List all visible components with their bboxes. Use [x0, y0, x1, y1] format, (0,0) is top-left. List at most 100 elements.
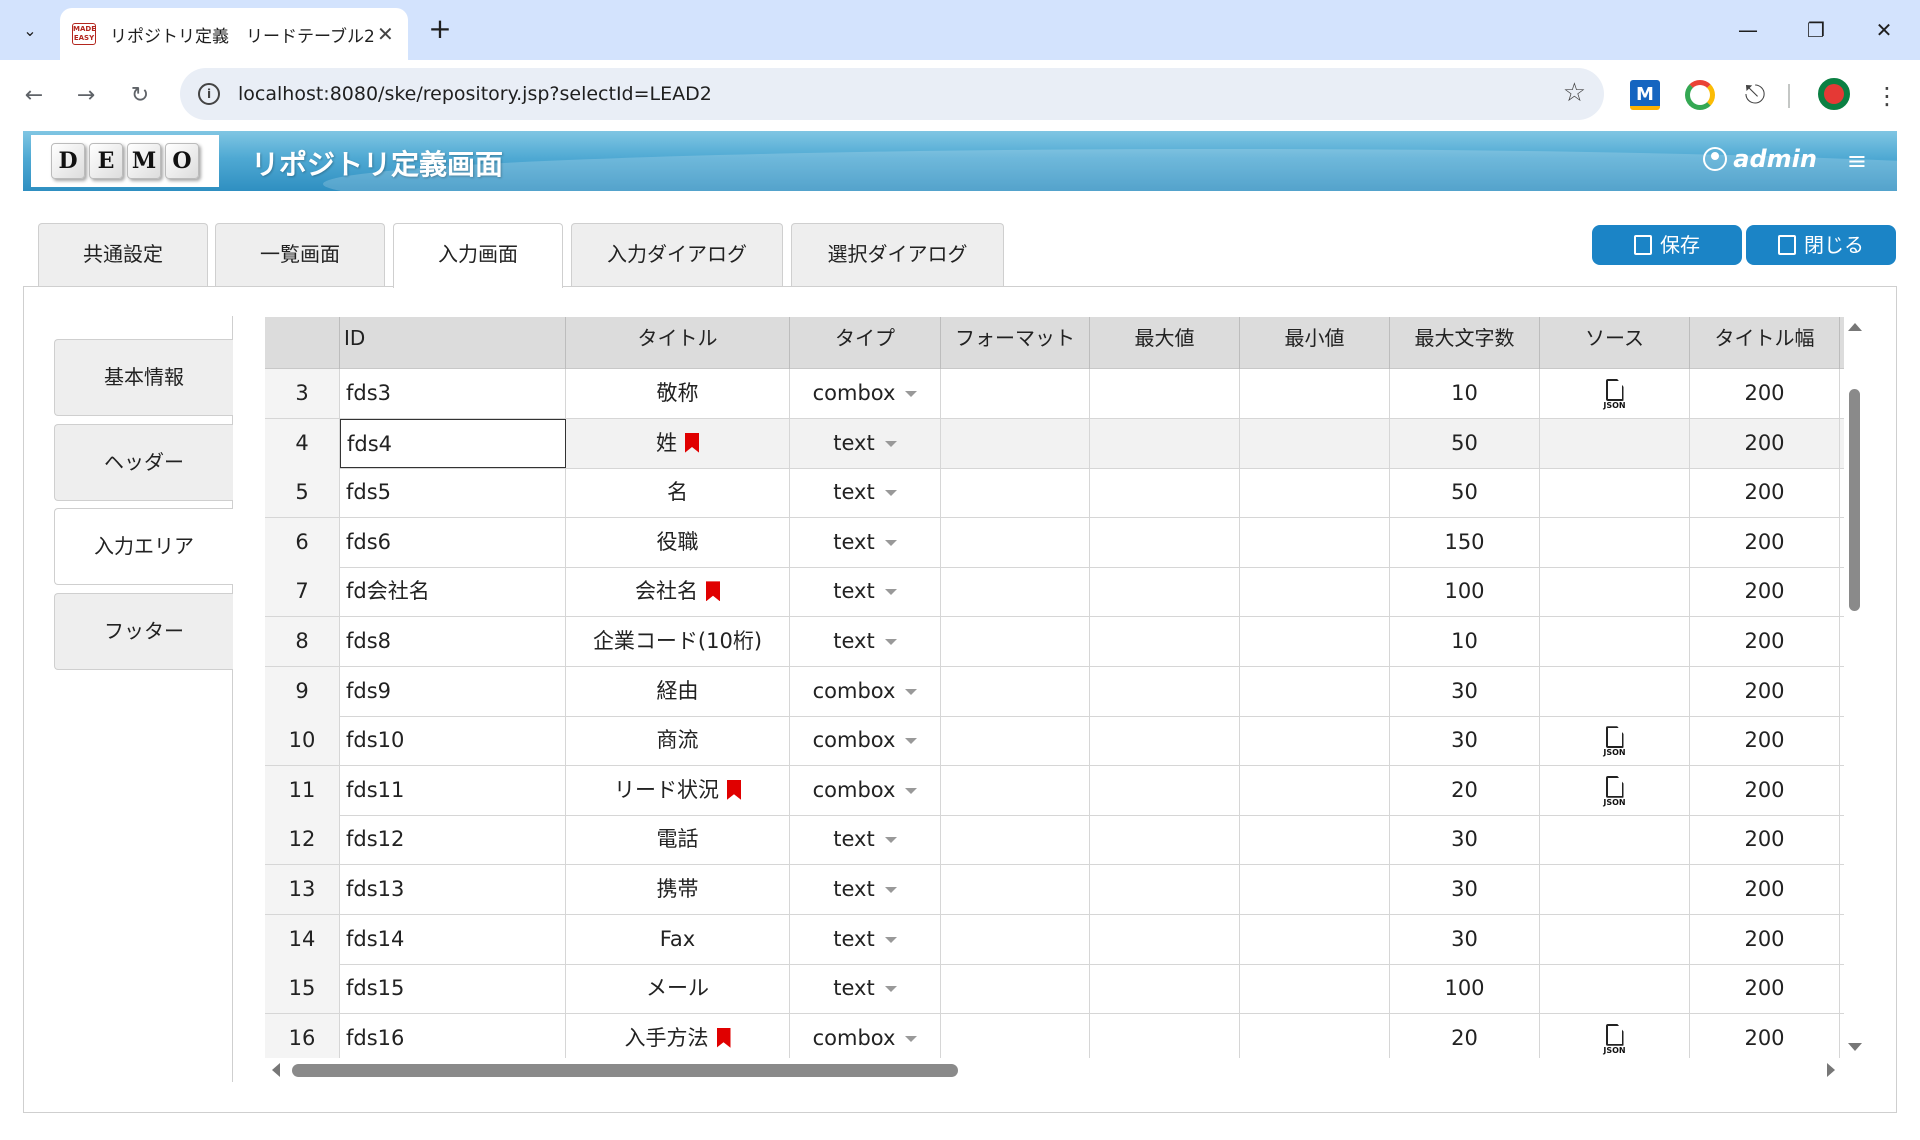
cell-max[interactable]: [1090, 914, 1240, 964]
cell-min[interactable]: [1240, 865, 1390, 914]
cell-type[interactable]: text: [790, 567, 941, 617]
chevron-down-icon[interactable]: [884, 539, 897, 546]
cell-title-width[interactable]: 200: [1690, 815, 1840, 865]
cell-format[interactable]: [941, 865, 1090, 914]
cell-max[interactable]: [1090, 369, 1240, 418]
chevron-down-icon[interactable]: [905, 1035, 918, 1042]
cell-min[interactable]: [1240, 418, 1390, 468]
chevron-down-icon[interactable]: [905, 688, 918, 695]
vertical-scrollbar[interactable]: [1845, 317, 1865, 1057]
side-item-basic-info[interactable]: 基本情報: [54, 339, 233, 416]
table-row[interactable]: 10 fds10 商流 combox 30 JSON 200: [265, 716, 1844, 767]
scroll-right-icon[interactable]: [1827, 1063, 1835, 1077]
cell-source[interactable]: [1540, 617, 1690, 666]
cell-format[interactable]: [941, 914, 1090, 964]
cell-min[interactable]: [1240, 815, 1390, 865]
cell-maxlen[interactable]: 20: [1390, 765, 1540, 815]
cell-title[interactable]: 役職: [566, 517, 790, 567]
cell-format[interactable]: [941, 1013, 1090, 1058]
cell-min[interactable]: [1240, 964, 1390, 1014]
cell-type[interactable]: text: [790, 964, 941, 1014]
cell-title-width[interactable]: 200: [1690, 1013, 1840, 1058]
cell-format[interactable]: [941, 468, 1090, 518]
table-row[interactable]: 3 fds3 敬称 combox 10 JSON 200: [265, 369, 1844, 419]
tab-select-dialog[interactable]: 選択ダイアログ: [791, 223, 1004, 286]
cell-title-width[interactable]: 200: [1690, 666, 1840, 716]
cell-source[interactable]: [1540, 865, 1690, 914]
cell-max[interactable]: [1090, 468, 1240, 518]
cell-source[interactable]: [1540, 468, 1690, 518]
cell-min[interactable]: [1240, 666, 1390, 716]
cell-title-width[interactable]: 200: [1690, 716, 1840, 766]
cell-min[interactable]: [1240, 369, 1390, 418]
extension-icon[interactable]: ⎋: [1740, 80, 1770, 110]
close-icon[interactable]: ✕: [375, 22, 396, 46]
info-icon[interactable]: i: [198, 83, 220, 105]
cell-id[interactable]: fds8: [340, 617, 566, 666]
table-row[interactable]: 9 fds9 経由 combox 30 200: [265, 666, 1844, 717]
chevron-down-icon[interactable]: [884, 986, 897, 993]
tab-list-screen[interactable]: 一覧画面: [215, 223, 385, 286]
cell-title[interactable]: 敬称: [566, 369, 790, 418]
cell-type[interactable]: combox: [790, 716, 941, 766]
cell-title[interactable]: Fax: [566, 914, 790, 964]
cell-id[interactable]: fds13: [340, 865, 566, 914]
cell-maxlen[interactable]: 100: [1390, 964, 1540, 1014]
json-file-icon[interactable]: JSON: [1602, 775, 1628, 808]
cell-source[interactable]: [1540, 815, 1690, 865]
cell-maxlen[interactable]: 50: [1390, 468, 1540, 518]
cell-title[interactable]: 携帯: [566, 865, 790, 914]
star-icon[interactable]: ☆: [1563, 80, 1586, 106]
cell-type[interactable]: text: [790, 418, 941, 468]
cell-title[interactable]: 入手方法: [566, 1013, 790, 1058]
cell-format[interactable]: [941, 765, 1090, 815]
cell-min[interactable]: [1240, 517, 1390, 567]
tab-search-icon[interactable]: ⌄: [10, 10, 50, 50]
cell-format[interactable]: [941, 964, 1090, 1014]
cell-min[interactable]: [1240, 468, 1390, 518]
vertical-scroll-thumb[interactable]: [1849, 389, 1860, 611]
cell-id[interactable]: fds12: [340, 815, 566, 865]
cell-max[interactable]: [1090, 964, 1240, 1014]
cell-id[interactable]: fds11: [340, 765, 566, 815]
cell-id[interactable]: fds3: [340, 369, 566, 418]
cell-maxlen[interactable]: 30: [1390, 815, 1540, 865]
more-icon[interactable]: ⋮: [1872, 76, 1902, 116]
header-source[interactable]: ソース: [1540, 317, 1690, 369]
header-title-width[interactable]: タイトル幅: [1690, 317, 1840, 369]
cell-title-width[interactable]: 200: [1690, 914, 1840, 964]
cell-min[interactable]: [1240, 567, 1390, 617]
cell-title[interactable]: 企業コード(10桁): [566, 617, 790, 666]
cell-format[interactable]: [941, 517, 1090, 567]
cell-max[interactable]: [1090, 517, 1240, 567]
window-close-icon[interactable]: ✕: [1860, 10, 1908, 50]
chevron-down-icon[interactable]: [905, 787, 918, 794]
cell-source[interactable]: [1540, 567, 1690, 617]
cell-source[interactable]: JSON: [1540, 1013, 1690, 1058]
table-row[interactable]: 11 fds11 リード状況 combox 20 JSON 200: [265, 765, 1844, 816]
close-button[interactable]: 閉じる: [1746, 225, 1896, 265]
cell-max[interactable]: [1090, 567, 1240, 617]
side-item-footer[interactable]: フッター: [54, 593, 233, 670]
chevron-down-icon[interactable]: [884, 936, 897, 943]
cell-format[interactable]: [941, 666, 1090, 716]
cell-maxlen[interactable]: 10: [1390, 369, 1540, 418]
cell-type[interactable]: text: [790, 468, 941, 518]
header-maxlen[interactable]: 最大文字数: [1390, 317, 1540, 369]
back-icon[interactable]: ←: [14, 76, 54, 116]
table-row[interactable]: 14 fds14 Fax text 30 200: [265, 914, 1844, 965]
header-type[interactable]: タイプ: [790, 317, 941, 369]
header-format[interactable]: フォーマット: [941, 317, 1090, 369]
minimize-icon[interactable]: —: [1724, 10, 1772, 50]
table-row[interactable]: 5 fds5 名 text 50 200: [265, 468, 1844, 519]
cell-title[interactable]: 会社名: [566, 567, 790, 617]
reload-icon[interactable]: ↻: [120, 76, 160, 116]
cell-max[interactable]: [1090, 1013, 1240, 1058]
cell-title-width[interactable]: 200: [1690, 418, 1840, 468]
cell-max[interactable]: [1090, 418, 1240, 468]
cell-max[interactable]: [1090, 815, 1240, 865]
tab-common-settings[interactable]: 共通設定: [38, 223, 208, 286]
cell-title-width[interactable]: 200: [1690, 617, 1840, 666]
cell-source[interactable]: [1540, 914, 1690, 964]
cell-source[interactable]: JSON: [1540, 765, 1690, 815]
